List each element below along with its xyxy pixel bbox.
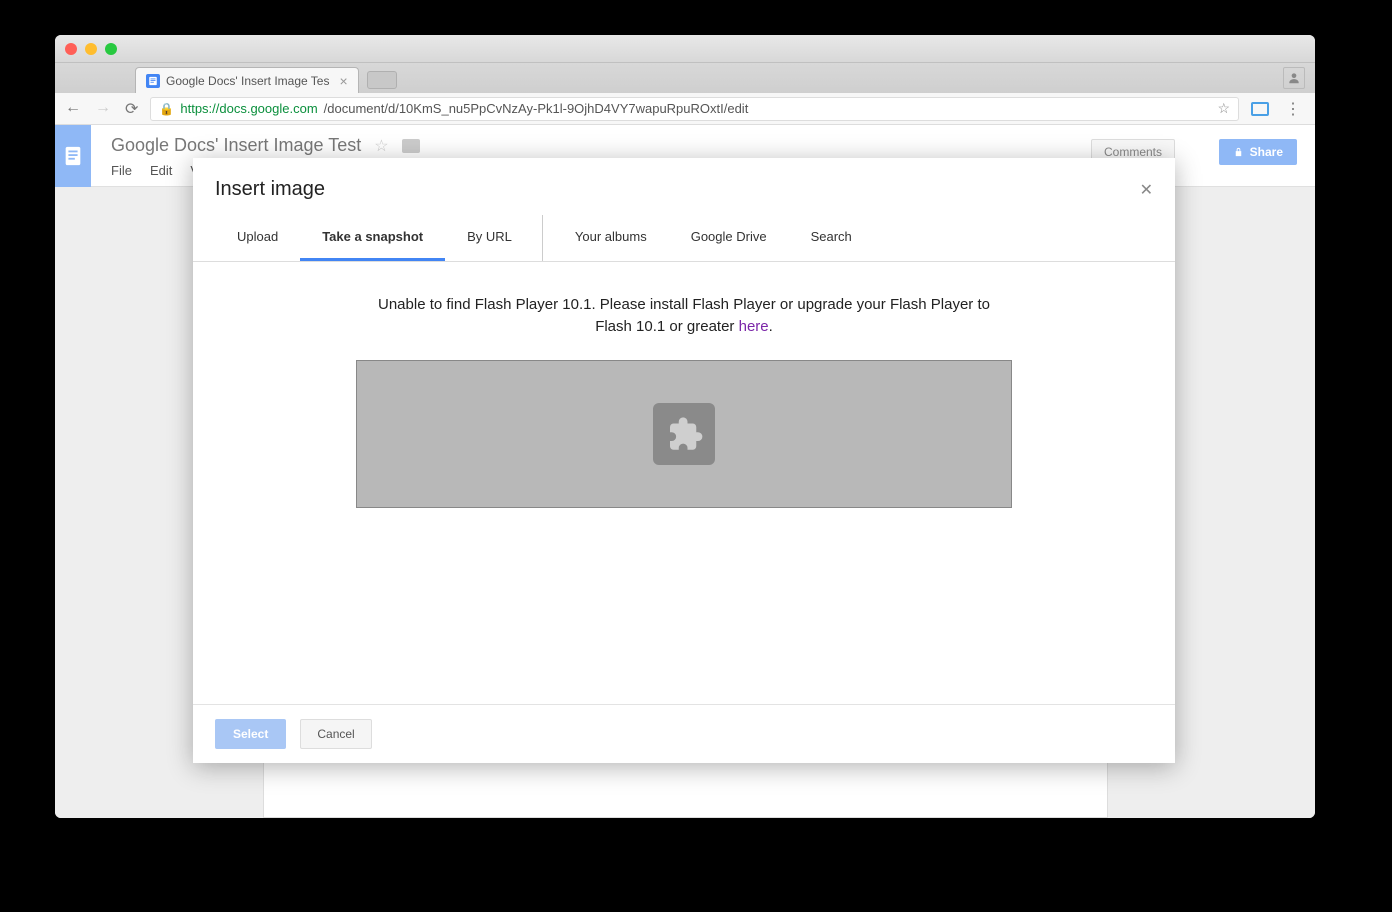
url-path: /document/d/10KmS_nu5PpCvNzAy-Pk1l-9OjhD… [324, 101, 749, 116]
document-title[interactable]: Google Docs' Insert Image Test ☆ [111, 135, 420, 156]
tab-close-icon[interactable]: × [339, 73, 347, 89]
puzzle-piece-icon [653, 403, 715, 465]
lock-icon: 🔒 [159, 102, 174, 116]
back-button[interactable]: ← [65, 99, 81, 119]
extension-icon[interactable] [1251, 102, 1269, 116]
reload-button[interactable]: ⟳ [125, 99, 138, 119]
browser-toolbar: ← → ⟳ 🔒 https://docs.google.com/document… [55, 93, 1315, 125]
tab-upload[interactable]: Upload [215, 215, 300, 261]
tab-google-drive[interactable]: Google Drive [669, 215, 789, 261]
window-titlebar [55, 35, 1315, 63]
tab-your-albums[interactable]: Your albums [553, 215, 669, 261]
close-dialog-icon[interactable]: ✕ [1140, 180, 1153, 200]
star-document-icon[interactable]: ☆ [374, 138, 388, 155]
flash-plugin-placeholder[interactable] [356, 360, 1012, 508]
dialog-body: Unable to find Flash Player 10.1. Please… [193, 262, 1175, 704]
dialog-footer: Select Cancel [193, 704, 1175, 763]
tab-by-url[interactable]: By URL [445, 215, 543, 261]
tab-search[interactable]: Search [789, 215, 874, 261]
dialog-tabs: Upload Take a snapshot By URL Your album… [193, 215, 1175, 262]
browser-window: Google Docs' Insert Image Tes × ← → ⟳ 🔒 … [55, 35, 1315, 818]
tab-title: Google Docs' Insert Image Tes [166, 74, 329, 88]
flash-error-message: Unable to find Flash Player 10.1. Please… [215, 294, 1153, 338]
cancel-button[interactable]: Cancel [300, 719, 371, 749]
url-host: https://docs.google.com [180, 101, 317, 116]
document-title-text: Google Docs' Insert Image Test [111, 135, 361, 155]
flash-msg-line2: Flash 10.1 or greater [595, 318, 738, 335]
insert-image-dialog: Insert image ✕ Upload Take a snapshot By… [193, 158, 1175, 763]
docs-logo-icon[interactable] [55, 125, 91, 187]
move-folder-icon[interactable] [402, 139, 420, 153]
close-window-icon[interactable] [65, 43, 77, 55]
share-button[interactable]: Share [1219, 139, 1297, 165]
flash-msg-period: . [769, 318, 773, 335]
tab-take-snapshot[interactable]: Take a snapshot [300, 215, 445, 261]
browser-tab[interactable]: Google Docs' Insert Image Tes × [135, 67, 359, 93]
select-button[interactable]: Select [215, 719, 286, 749]
flash-install-link[interactable]: here [739, 318, 769, 335]
browser-menu-icon[interactable]: ⋮ [1281, 99, 1305, 119]
docs-favicon-icon [146, 74, 160, 88]
dialog-title: Insert image [215, 178, 325, 201]
dialog-header: Insert image ✕ [193, 158, 1175, 215]
browser-profile-button[interactable] [1283, 67, 1305, 89]
flash-msg-line1: Unable to find Flash Player 10.1. Please… [378, 296, 990, 313]
forward-button: → [95, 99, 111, 119]
browser-tabbar: Google Docs' Insert Image Tes × [55, 63, 1315, 93]
bookmark-star-icon[interactable]: ☆ [1217, 100, 1230, 117]
share-label: Share [1250, 139, 1283, 165]
lock-share-icon [1233, 147, 1244, 158]
menu-file[interactable]: File [111, 163, 132, 178]
menu-edit[interactable]: Edit [150, 163, 172, 178]
minimize-window-icon[interactable] [85, 43, 97, 55]
new-tab-button[interactable] [367, 71, 397, 89]
window-traffic-lights [65, 43, 117, 55]
maximize-window-icon[interactable] [105, 43, 117, 55]
nav-buttons: ← → ⟳ [65, 99, 138, 119]
address-bar[interactable]: 🔒 https://docs.google.com/document/d/10K… [150, 97, 1239, 121]
